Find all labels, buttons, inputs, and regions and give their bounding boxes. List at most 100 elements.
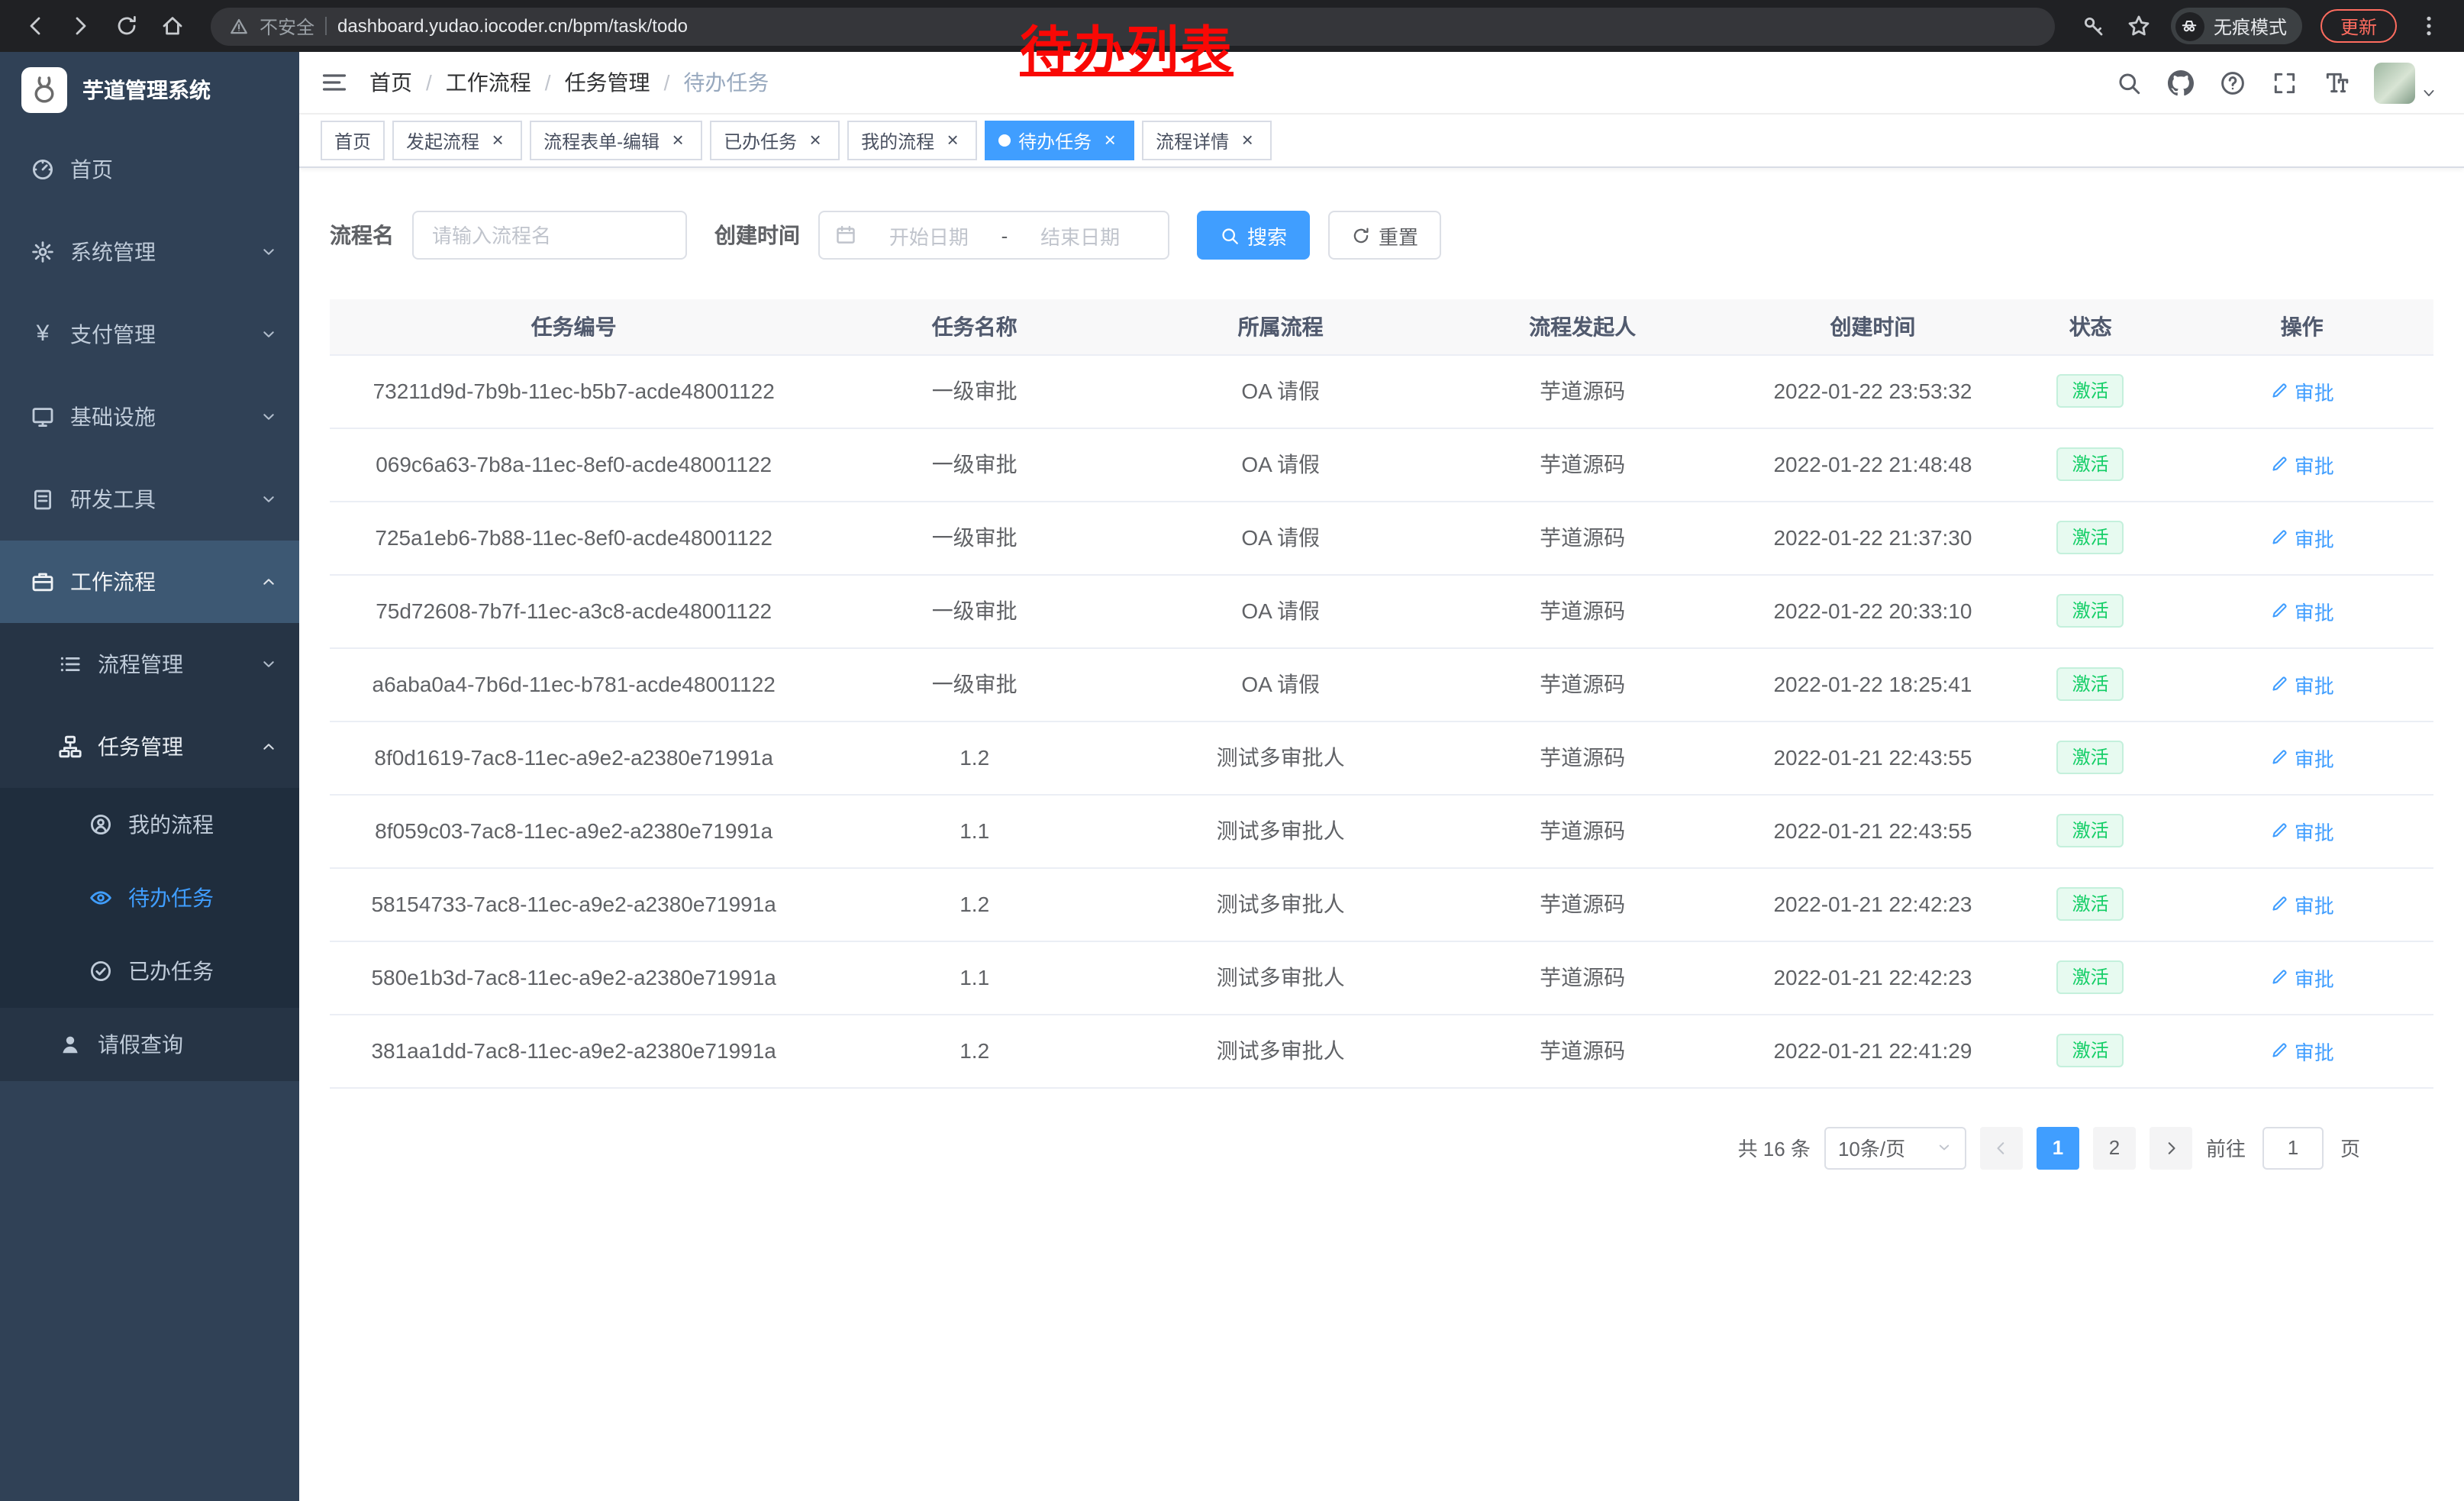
tab-item[interactable]: 待办任务 × [985,121,1134,160]
approve-link[interactable]: 审批 [2270,963,2334,992]
goto-page-input[interactable] [2262,1126,2324,1169]
search-icon[interactable] [2114,69,2142,96]
breadcrumb-home[interactable]: 首页 [369,67,412,98]
monitor-icon [31,405,55,429]
table-header-row: 任务编号 任务名称 所属流程 流程发起人 创建时间 状态 操作 [330,299,2433,354]
tab-label: 首页 [334,128,371,153]
sidebar-item-label: 工作流程 [70,567,156,597]
tab-close-icon[interactable]: × [1237,130,1258,151]
tab-close-icon[interactable]: × [805,130,826,151]
status-cell: 激活 [2011,428,2170,501]
sidebar-item-system-mgmt[interactable]: 系统管理 [0,211,299,293]
update-button[interactable]: 更新 [2320,9,2397,43]
browser-back-icon[interactable] [15,6,55,46]
fullscreen-icon[interactable] [2270,69,2298,96]
edit-pencil-icon [2270,895,2288,913]
table-row: 725a1eb6-7b88-11ec-8ef0-acde48001122 一级审… [330,501,2433,574]
sidebar-item-label: 任务管理 [98,731,183,762]
approve-link[interactable]: 审批 [2270,376,2334,405]
tab-close-icon[interactable]: × [487,130,508,151]
approve-link[interactable]: 审批 [2270,670,2334,699]
end-date-placeholder: 结束日期 [1008,221,1153,250]
sidebar-item-done-tasks[interactable]: 已办任务 [0,934,299,1008]
action-cell: 审批 [2170,794,2433,867]
process-cell: 测试多审批人 [1131,941,1430,1014]
tab-item[interactable]: 我的流程 × [847,121,977,160]
app-logo[interactable]: 芋道管理系统 [0,52,299,128]
task-id-cell: 725a1eb6-7b88-11ec-8ef0-acde48001122 [330,501,818,574]
next-page-button[interactable] [2150,1126,2192,1169]
search-button[interactable]: 搜索 [1197,211,1310,260]
yen-icon: ¥ [31,322,55,347]
table-row: 8f0d1619-7ac8-11ec-a9e2-a2380e71991a 1.2… [330,721,2433,794]
status-badge: 激活 [2057,667,2124,701]
app-title: 芋道管理系统 [82,75,211,105]
user-avatar[interactable] [2374,62,2437,103]
sidebar-item-my-process[interactable]: 我的流程 [0,788,299,861]
sidebar-item-workflow[interactable]: 工作流程 [0,541,299,623]
table-row: 069c6a63-7b8a-11ec-8ef0-acde48001122 一级审… [330,428,2433,501]
action-cell: 审批 [2170,574,2433,647]
initiator-cell: 芋道源码 [1430,354,1735,428]
sidebar-item-todo-tasks[interactable]: 待办任务 [0,861,299,934]
sidebar-item-leave-query[interactable]: 请假查询 [0,1008,299,1081]
sidebar-item-payment-mgmt[interactable]: ¥ 支付管理 [0,293,299,376]
sidebar: 芋道管理系统 首页 系统管理 ¥ 支付管理 [0,52,299,1501]
approve-link[interactable]: 审批 [2270,450,2334,479]
column-header-task-name: 任务名称 [818,299,1131,354]
sidebar-item-task-mgmt[interactable]: 任务管理 [0,705,299,788]
task-name-cell: 一级审批 [818,647,1131,721]
browser-home-icon[interactable] [153,6,192,46]
github-icon[interactable] [2166,69,2194,96]
browser-menu-icon[interactable] [2409,6,2449,46]
help-icon[interactable] [2218,69,2246,96]
page-number-1[interactable]: 1 [2037,1126,2079,1169]
sidebar-item-home[interactable]: 首页 [0,128,299,211]
approve-link[interactable]: 审批 [2270,889,2334,918]
tab-close-icon[interactable]: × [942,130,963,151]
process-cell: OA 请假 [1131,574,1430,647]
hamburger-icon[interactable] [299,69,369,96]
approve-label: 审批 [2295,670,2334,699]
tab-label: 我的流程 [861,128,934,153]
breadcrumb-workflow[interactable]: 工作流程 [446,67,531,98]
task-name-cell: 1.1 [818,794,1131,867]
reset-button[interactable]: 重置 [1328,211,1441,260]
key-icon[interactable] [2073,6,2113,46]
task-name-cell: 一级审批 [818,354,1131,428]
page-size-select[interactable]: 10条/页 [1824,1126,1966,1169]
column-header-create-time: 创建时间 [1735,299,2011,354]
tab-close-icon[interactable]: × [1099,130,1121,151]
approve-link[interactable]: 审批 [2270,1036,2334,1065]
chevron-left-icon [1992,1138,2011,1157]
tab-close-icon[interactable]: × [667,130,689,151]
initiator-cell: 芋道源码 [1430,1014,1735,1087]
sidebar-item-infrastructure[interactable]: 基础设施 [0,376,299,458]
date-range-picker[interactable]: 开始日期 - 结束日期 [818,211,1169,260]
font-size-icon[interactable] [2322,69,2350,96]
approve-link[interactable]: 审批 [2270,816,2334,845]
approve-label: 审批 [2295,743,2334,772]
approve-label: 审批 [2295,816,2334,845]
sidebar-item-process-mgmt[interactable]: 流程管理 [0,623,299,705]
sidebar-item-label: 首页 [70,154,113,185]
sidebar-item-dev-tools[interactable]: 研发工具 [0,458,299,541]
tab-item[interactable]: 首页 [321,121,385,160]
prev-page-button[interactable] [1980,1126,2023,1169]
approve-label: 审批 [2295,596,2334,625]
edit-pencil-icon [2270,675,2288,693]
tab-item[interactable]: 已办任务 × [710,121,840,160]
page-number-2[interactable]: 2 [2093,1126,2136,1169]
breadcrumb-task-mgmt[interactable]: 任务管理 [565,67,650,98]
approve-link[interactable]: 审批 [2270,743,2334,772]
process-name-input[interactable] [412,211,687,260]
create-time-cell: 2022-01-22 18:25:41 [1735,647,2011,721]
browser-reload-icon[interactable] [107,6,147,46]
approve-link[interactable]: 审批 [2270,596,2334,625]
bookmark-star-icon[interactable] [2119,6,2159,46]
browser-forward-icon[interactable] [61,6,101,46]
tab-item[interactable]: 流程表单-编辑 × [530,121,702,160]
approve-link[interactable]: 审批 [2270,523,2334,552]
tab-item[interactable]: 流程详情 × [1142,121,1272,160]
tab-item[interactable]: 发起流程 × [392,121,522,160]
